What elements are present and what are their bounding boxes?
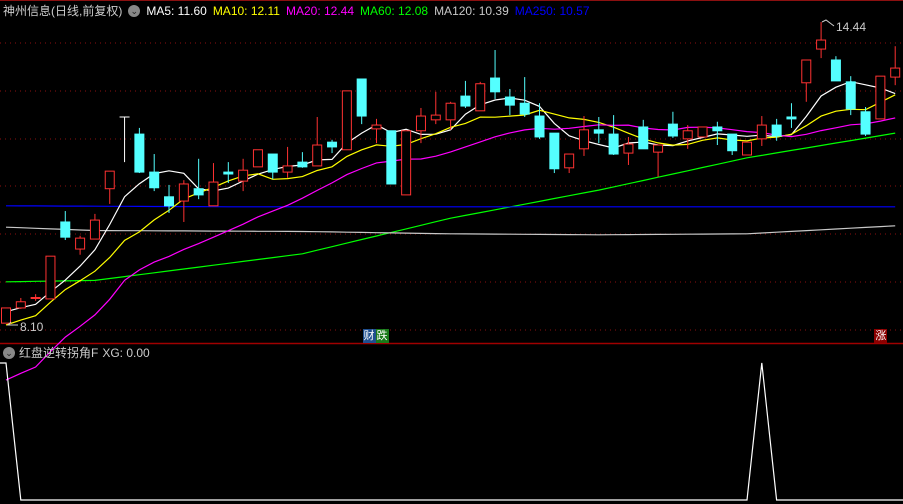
dropdown-icon[interactable]: ⌄ [3, 347, 15, 359]
ma250-line [5, 205, 896, 208]
candle-body [682, 130, 693, 140]
candle-body [193, 188, 204, 196]
candle-body [164, 196, 175, 207]
candle-body [786, 116, 797, 120]
signal-marker[interactable]: 财 [362, 329, 376, 343]
candle-body [1, 307, 11, 324]
candle-body [756, 124, 767, 140]
candle-body [564, 153, 575, 169]
candle-body [327, 141, 338, 148]
candle-body [742, 141, 752, 156]
candle-body [697, 126, 708, 138]
candle-body [282, 165, 293, 173]
candle-body [712, 126, 723, 132]
candle-body [638, 126, 649, 150]
candle-body [356, 78, 367, 117]
candle-body [460, 95, 471, 107]
candle-body [845, 81, 856, 110]
signal-marker[interactable]: 跌 [375, 329, 389, 343]
candle-body [386, 130, 397, 185]
candle-body [475, 83, 486, 112]
candle-body [178, 183, 189, 202]
candle-body [771, 124, 782, 137]
candle-body [593, 129, 604, 134]
candle-body [104, 170, 115, 190]
candle-body [208, 181, 219, 207]
high-price-label: 14.44 [836, 20, 866, 34]
xg-indicator-line [0, 362, 903, 501]
candle-body [371, 124, 382, 130]
candle-body [60, 221, 71, 238]
candle-body [238, 169, 249, 182]
candle-body [415, 115, 426, 132]
candle-body [445, 102, 456, 121]
candle-body [860, 111, 871, 135]
candle-body [504, 96, 515, 106]
candle-body [667, 123, 678, 137]
candle-body [30, 296, 41, 299]
candle-body [890, 67, 901, 78]
candle-body [297, 161, 308, 168]
candle-body [578, 129, 589, 150]
candle-body [15, 301, 26, 309]
candle-body [341, 90, 352, 151]
candle-body [312, 144, 323, 167]
candle-body [134, 133, 145, 173]
candle-body [816, 39, 827, 50]
candle-body [89, 219, 100, 240]
candle-body [608, 133, 619, 155]
candle-body [534, 115, 545, 138]
candle-body [430, 114, 441, 121]
candle-body [727, 133, 738, 152]
indicator-value: XG: 0.00 [102, 346, 150, 360]
signal-marker[interactable]: 涨 [874, 329, 888, 343]
candle-body [623, 143, 634, 154]
candle-body [401, 130, 412, 196]
candle-body [875, 75, 886, 120]
candle-body [653, 144, 664, 153]
candlestick-chart[interactable]: 14.44 8.10 [0, 0, 903, 504]
candle-body [149, 171, 160, 189]
candle-body [75, 237, 86, 250]
candle-body [45, 255, 56, 300]
indicator-title[interactable]: 红盘逆转拐角F [19, 344, 98, 362]
high-pointer-icon [821, 19, 835, 27]
ma120-line [5, 225, 896, 236]
candle-body [801, 59, 812, 84]
indicator-header: ⌄ 红盘逆转拐角F XG: 0.00 [0, 344, 150, 362]
low-price-label: 8.10 [20, 320, 44, 334]
candle-body [549, 132, 560, 170]
candle-body [830, 59, 841, 82]
candle-body [490, 77, 501, 93]
candle-body [223, 171, 234, 175]
candle-body [252, 149, 263, 168]
candle-body [267, 153, 278, 173]
candle-body [519, 102, 530, 115]
